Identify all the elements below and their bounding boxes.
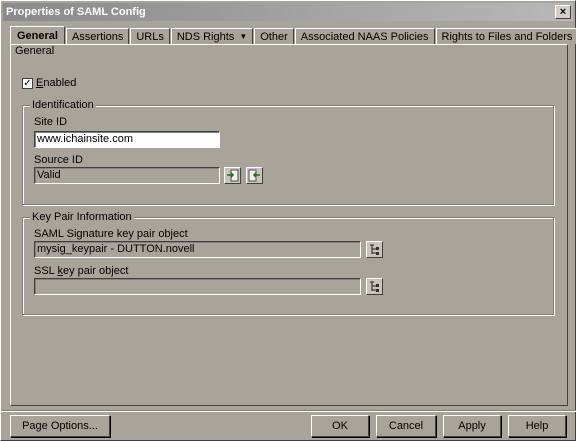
tab-strip: General Assertions URLs NDS Rights ▼ Othe… <box>10 26 576 44</box>
tab-label: Rights to Files and Folders <box>441 30 573 43</box>
identification-group <box>22 105 554 205</box>
tab-rights-to-files-and-folders[interactable]: Rights to Files and Folders <box>435 28 576 44</box>
tab-label: Other <box>260 30 288 43</box>
enabled-checkbox[interactable]: ✓ <box>22 78 33 89</box>
arrow-import-icon <box>227 169 239 182</box>
tab-label: Associated NAAS Policies <box>300 30 429 43</box>
close-button[interactable]: × <box>555 5 571 19</box>
identification-title: Identification <box>30 99 96 111</box>
browse-source-button[interactable] <box>224 167 241 184</box>
tab-other[interactable]: Other <box>254 28 294 44</box>
tab-general[interactable]: General <box>10 26 65 44</box>
saml-key-pair-label: SAML Signature key pair object <box>34 228 188 240</box>
title-bar: Properties of SAML Config × <box>3 3 573 21</box>
cancel-button[interactable]: Cancel <box>376 415 436 437</box>
source-id-field[interactable]: Valid <box>34 167 220 184</box>
tab-nds-rights[interactable]: NDS Rights ▼ <box>170 28 254 44</box>
dropdown-arrow-icon: ▼ <box>239 31 248 41</box>
properties-dialog: Properties of SAML Config × General Asse… <box>0 0 576 441</box>
tree-browse-icon <box>370 244 379 255</box>
subtab-general[interactable]: General <box>15 45 54 57</box>
help-button[interactable]: Help <box>508 415 566 437</box>
apply-button[interactable]: Apply <box>443 415 501 437</box>
tab-associated-naas-policies[interactable]: Associated NAAS Policies <box>294 28 435 44</box>
key-pair-title: Key Pair Information <box>30 211 134 223</box>
site-id-label: Site ID <box>34 116 68 128</box>
tab-label: URLs <box>136 30 164 43</box>
window-title: Properties of SAML Config <box>6 6 146 18</box>
page-options-button[interactable]: Page Options... <box>10 415 110 437</box>
tab-assertions[interactable]: Assertions <box>65 28 130 44</box>
tab-label: NDS Rights <box>176 30 235 43</box>
tab-urls[interactable]: URLs <box>130 28 170 44</box>
tab-label: General <box>17 29 58 42</box>
ssl-key-pair-label: SSL key pair object <box>34 265 129 277</box>
arrow-export-icon <box>248 169 260 182</box>
ok-button[interactable]: OK <box>311 415 369 437</box>
source-id-label: Source ID <box>34 154 83 166</box>
tab-label: Assertions <box>71 30 124 43</box>
site-id-input[interactable]: www.ichainsite.com <box>34 131 220 148</box>
tree-browse-icon <box>370 281 379 292</box>
ssl-key-pair-field[interactable] <box>34 278 361 295</box>
browse-saml-key-button[interactable] <box>366 241 383 258</box>
clear-source-button[interactable] <box>246 167 263 184</box>
bottom-separator <box>1 410 576 412</box>
enabled-label[interactable]: Enabled <box>36 77 76 89</box>
browse-ssl-key-button[interactable] <box>366 278 383 295</box>
saml-key-pair-field[interactable]: mysig_keypair - DUTTON.novell <box>34 241 361 258</box>
